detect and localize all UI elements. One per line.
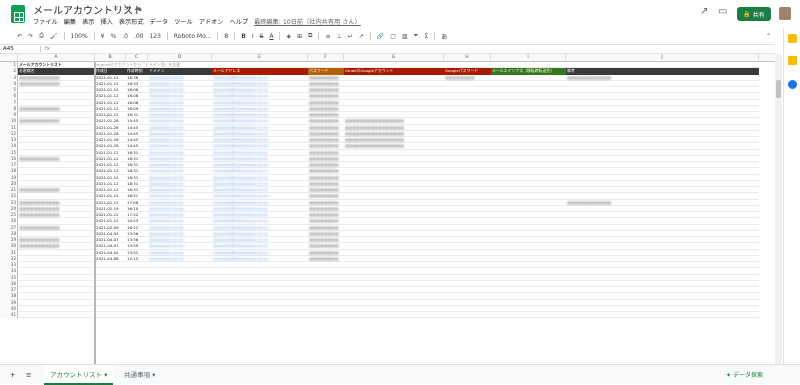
comment-icon[interactable]: ▢ — [390, 33, 396, 40]
activity-icon[interactable]: ↗ — [700, 6, 708, 17]
cloud-icon[interactable]: ☁ — [134, 3, 146, 12]
link-icon[interactable]: 🔗 — [377, 33, 384, 40]
chart-icon[interactable]: ▥ — [402, 33, 408, 40]
scrollbar-thumb[interactable] — [776, 80, 781, 98]
divider — [234, 32, 236, 40]
star-icon[interactable]: ☆ — [112, 3, 123, 12]
rotate-icon[interactable]: ↗ — [359, 33, 364, 40]
all-sheets-icon[interactable]: ≡ — [20, 365, 37, 385]
menu-bar: ファイル 編集 表示 挿入 表示形式 データ ツール アドオン ヘルプ 最終編集… — [33, 17, 361, 26]
functions-button[interactable]: Σ — [424, 33, 428, 40]
align-icon[interactable]: ≡ — [325, 33, 330, 40]
font-size-select[interactable]: 8 — [224, 33, 228, 40]
undo-icon[interactable]: ↶ — [17, 33, 22, 40]
font-select[interactable]: Roboto Mo... — [174, 33, 211, 40]
valign-icon[interactable]: ⊥ — [336, 33, 341, 40]
divider — [318, 32, 320, 40]
explore-icon: ✦ — [726, 372, 732, 379]
merge-icon[interactable]: ⧉ — [308, 32, 312, 40]
col-header[interactable]: E — [212, 54, 308, 62]
formula-input[interactable]: fx — [40, 46, 50, 52]
tasks-icon[interactable] — [788, 80, 797, 89]
toolbar: ↶ ↷ ⎙ 🖌 100% ¥ % .0 .00 123 Roboto Mo...… — [0, 30, 775, 42]
vertical-scrollbar[interactable] — [775, 54, 782, 364]
add-sheet-button[interactable]: + — [4, 365, 21, 385]
print-icon[interactable]: ⎙ — [39, 32, 44, 40]
avatar[interactable] — [779, 7, 791, 20]
menu-format[interactable]: 表示形式 — [119, 17, 144, 26]
select-all-corner[interactable] — [0, 54, 18, 62]
col-header[interactable]: A — [18, 54, 95, 62]
share-label: 共有 — [752, 11, 765, 19]
menu-edit[interactable]: 編集 — [64, 17, 76, 26]
col-header[interactable]: D — [148, 54, 212, 62]
decrease-decimal-button[interactable]: .0 — [122, 33, 128, 40]
menu-addons[interactable]: アドオン — [199, 17, 224, 26]
menu-view[interactable]: 表示 — [82, 17, 94, 26]
frozen-column-divider[interactable] — [94, 62, 96, 364]
menu-tools[interactable]: ツール — [174, 17, 193, 26]
top-bar: メールアカウントリスト ☆⇲☁ ファイル 編集 表示 挿入 表示形式 データ ツ… — [0, 0, 800, 28]
divider — [369, 32, 371, 40]
formula-bar: A45 fx — [0, 44, 775, 54]
tab-label: アカウントリスト — [50, 371, 102, 379]
text-color-button[interactable]: A — [269, 33, 273, 40]
sheet-tabs-bar: + ≡ アカウントリスト ▾ 共通事項 ▾ ✦ データ探索 — [0, 364, 800, 385]
redo-icon[interactable]: ↷ — [28, 33, 33, 40]
menu-insert[interactable]: 挿入 — [101, 17, 113, 26]
increase-decimal-button[interactable]: .00 — [134, 33, 144, 40]
menu-help[interactable]: ヘルプ — [230, 17, 249, 26]
strikethrough-button[interactable]: S — [260, 33, 264, 40]
divider — [63, 32, 65, 40]
menu-file[interactable]: ファイル — [33, 17, 58, 26]
italic-button[interactable]: I — [252, 33, 254, 40]
col-header[interactable]: C — [126, 54, 148, 62]
menu-data[interactable]: データ — [150, 17, 169, 26]
col-header[interactable]: F — [308, 54, 344, 62]
name-box[interactable]: A45 — [0, 46, 40, 52]
fill-color-icon[interactable]: ◈ — [286, 33, 291, 40]
bold-button[interactable]: B — [241, 33, 246, 40]
row-header[interactable]: 41 — [0, 312, 18, 319]
explore-label: データ探索 — [732, 372, 763, 379]
table-row — [18, 312, 759, 319]
last-edit-link[interactable]: 最終編集: 10日前（社内共有用 さん） — [254, 17, 361, 26]
divider — [279, 32, 281, 40]
col-header[interactable]: J — [566, 54, 759, 62]
percent-button[interactable]: % — [110, 33, 116, 40]
lock-icon: 🔒 — [743, 10, 751, 18]
tab-label: 共通事項 — [124, 371, 150, 379]
side-panel: › — [783, 28, 800, 384]
tab-account-list[interactable]: アカウントリスト ▾ — [44, 365, 114, 385]
col-header[interactable]: G — [344, 54, 444, 62]
spreadsheet-grid[interactable]: A B C D E F G H I J 1 メールアカウントリスト ※gmailのア… — [0, 54, 775, 364]
divider — [166, 32, 168, 40]
paint-format-icon[interactable]: 🖌 — [50, 33, 58, 40]
col-header[interactable]: I — [491, 54, 566, 62]
col-header[interactable]: B — [95, 54, 126, 62]
borders-icon[interactable]: ⊞ — [297, 33, 302, 40]
zoom-select[interactable]: 100% — [71, 33, 88, 40]
divider — [434, 32, 436, 40]
move-icon[interactable]: ⇲ — [123, 3, 134, 12]
sheets-logo-icon[interactable] — [11, 5, 25, 23]
share-button[interactable]: 🔒 共有 — [737, 7, 771, 21]
column-headers: A B C D E F G H I J — [0, 54, 775, 62]
tab-common[interactable]: 共通事項 ▾ — [118, 365, 161, 385]
title-icons: ☆⇲☁ — [112, 3, 146, 12]
keep-icon[interactable] — [788, 56, 797, 65]
comments-icon[interactable]: ▭ — [718, 6, 727, 17]
wrap-icon[interactable]: ↵ — [348, 33, 353, 40]
currency-button[interactable]: ¥ — [101, 33, 105, 40]
collapse-icon[interactable]: ⌃ — [766, 33, 771, 40]
more-formats-button[interactable]: 123 — [149, 33, 160, 40]
divider — [93, 32, 95, 40]
col-header[interactable]: H — [444, 54, 491, 62]
calendar-icon[interactable] — [788, 34, 797, 43]
explore-button[interactable]: ✦ データ探索 — [726, 370, 763, 379]
filter-icon[interactable]: ⏷ — [414, 32, 419, 40]
input-tools-icon[interactable]: あ — [441, 32, 447, 41]
divider — [217, 32, 219, 40]
